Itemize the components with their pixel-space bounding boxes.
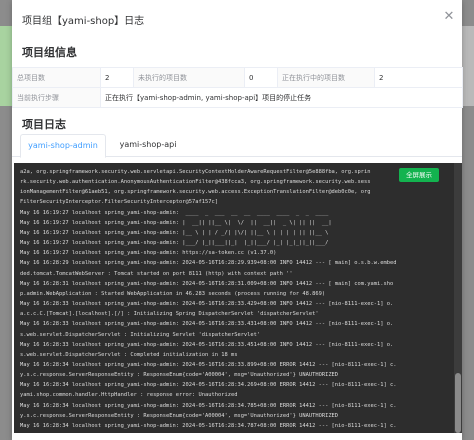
log-line: ionManagementFilter@61aeb51, org.springf… (20, 189, 371, 196)
close-icon[interactable]: ✕ (440, 8, 458, 26)
log-line: May 16 16:28:31 localhost spring_yami-sh… (20, 280, 394, 287)
dialog-header: 项目组【yami-shop】日志 ✕ (12, 0, 462, 38)
log-lines: a2a, org.springframework.security.web.se… (20, 167, 450, 433)
log-line: s.web.servlet.DispatcherServlet : Comple… (20, 351, 238, 358)
tab-yami-shop-admin[interactable]: yami-shop-admin (20, 134, 106, 158)
log-line: May 16 16:28:33 localhost spring_yami-sh… (20, 341, 394, 348)
log-line: May 16 16:28:33 localhost spring_yami-sh… (20, 321, 394, 328)
log-line: May 16 16:19:27 localhost spring_yami-sh… (20, 229, 329, 236)
tab-yami-shop-api[interactable]: yami-shop-api (108, 134, 188, 156)
project-info-table: 总项目数 2 未执行的项目数 0 正在执行中的项目数 2 当前执行步骤 正在执行… (12, 67, 463, 108)
total-projects-value: 2 (100, 67, 134, 88)
log-line: s.web.servlet.DispatcherServlet : Initia… (20, 331, 261, 338)
background-page-fragment (0, 26, 12, 106)
fullscreen-button[interactable]: 全屏展示 (399, 168, 439, 182)
log-scroll-thumb[interactable] (455, 373, 461, 433)
log-line: May 16 16:28:34 localhost spring_yami-sh… (20, 361, 397, 368)
running-projects-label: 正在执行中的项目数 (277, 67, 375, 88)
background-page-fragment-right (462, 26, 474, 106)
log-tabs: yami-shop-admin yami-shop-api (12, 134, 462, 158)
log-line: May 16 16:19:27 localhost spring_yami-sh… (20, 240, 329, 247)
log-scrollbar[interactable] (454, 163, 462, 433)
dialog-title: 项目组【yami-shop】日志 (22, 16, 145, 27)
log-output-panel[interactable]: a2a, org.springframework.security.web.se… (14, 163, 462, 433)
log-line: p.admin.WebApplication : Started WebAppl… (20, 290, 326, 297)
current-step-label: 当前执行步骤 (12, 87, 101, 108)
log-line: May 16 16:28:34 localhost spring_yami-sh… (20, 382, 397, 389)
total-projects-label: 总项目数 (12, 67, 101, 88)
log-line: ded.tomcat.TomcatWebServer : Tomcat star… (20, 270, 293, 277)
log-line: a.c.c.C.[Tomcat].[localhost].[/] : Initi… (20, 311, 319, 318)
log-line: rk.security.web.authentication.Anonymous… (20, 179, 371, 186)
log-line: May 16 16:28:34 localhost spring_yami-sh… (20, 402, 397, 409)
log-line: y.s.c.response.ServerResponseEntity : Re… (20, 412, 339, 419)
log-line: May 16 16:28:29 localhost spring_yami-sh… (20, 260, 397, 267)
log-line: May 16 16:19:27 localhost spring_yami-sh… (20, 219, 332, 226)
info-section-title: 项目组信息 (22, 46, 77, 59)
current-step-value: 正在执行【yami-shop-admin, yami-shop-api】项目的停… (100, 87, 463, 108)
log-line: yami.shop.common.handler.HttpHandler : r… (20, 431, 450, 433)
log-line: FilterSecurityInterceptor.FilterSecurity… (20, 199, 218, 206)
info-row-counts: 总项目数 2 未执行的项目数 0 正在执行中的项目数 2 (12, 67, 463, 88)
pending-projects-value: 0 (244, 67, 278, 88)
log-line: y.s.c.response.ServerResponseEntity : Re… (20, 372, 339, 379)
log-line: yami.shop.common.handler.HttpHandler : r… (20, 392, 238, 399)
log-line: May 16 16:19:27 localhost spring_yami-sh… (20, 209, 329, 216)
log-line: a2a, org.springframework.security.web.se… (20, 169, 371, 175)
log-line: May 16 16:28:33 localhost spring_yami-sh… (20, 301, 394, 308)
running-projects-value: 2 (374, 67, 463, 88)
info-row-current-step: 当前执行步骤 正在执行【yami-shop-admin, yami-shop-a… (12, 87, 463, 108)
log-line: May 16 16:28:34 localhost spring_yami-sh… (20, 422, 397, 429)
log-section-title: 项目日志 (22, 118, 66, 131)
log-line: May 16 16:19:27 localhost spring_yami-sh… (20, 250, 277, 257)
pending-projects-label: 未执行的项目数 (133, 67, 245, 88)
